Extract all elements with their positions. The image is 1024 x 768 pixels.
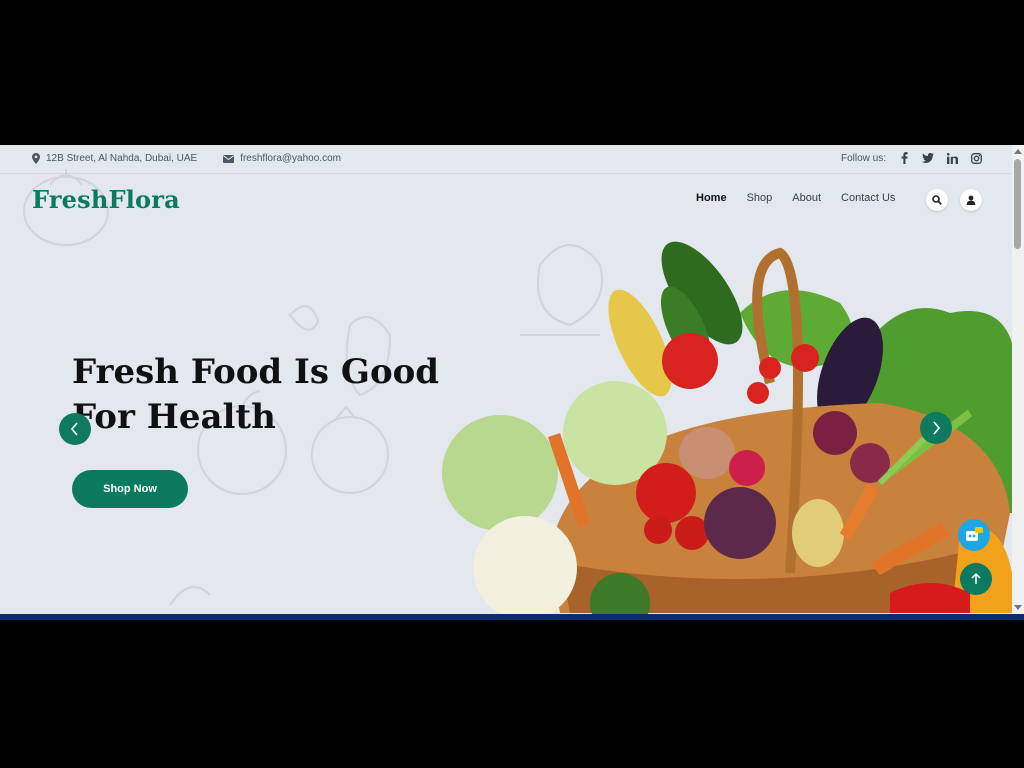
site-logo[interactable]: FreshFlora bbox=[32, 185, 180, 214]
nav-item-home[interactable]: Home bbox=[696, 192, 727, 204]
chevron-left-icon bbox=[70, 422, 78, 436]
carousel-next-button[interactable] bbox=[920, 412, 952, 444]
chat-bot-icon bbox=[966, 527, 983, 541]
webpage: 12B Street, Al Nahda, Dubai, UAE freshfl… bbox=[0, 145, 1024, 620]
search-button[interactable] bbox=[926, 189, 948, 211]
scrollbar-thumb[interactable] bbox=[1014, 159, 1021, 249]
nav-item-contact-us[interactable]: Contact Us bbox=[841, 192, 895, 204]
chat-bot-button[interactable] bbox=[958, 519, 990, 551]
window-bottom-border bbox=[0, 614, 1024, 620]
carousel-prev-button[interactable] bbox=[59, 413, 91, 445]
chevron-right-icon bbox=[933, 421, 941, 435]
scroll-down-arrow-icon[interactable] bbox=[1014, 605, 1022, 610]
header-actions bbox=[926, 189, 982, 211]
nav-item-about[interactable]: About bbox=[792, 192, 821, 204]
user-icon bbox=[966, 195, 976, 205]
nav-item-shop[interactable]: Shop bbox=[747, 192, 773, 204]
vertical-scrollbar[interactable] bbox=[1012, 145, 1024, 614]
hero-title: Fresh Food Is Good For Health bbox=[72, 352, 440, 437]
user-account-button[interactable] bbox=[960, 189, 982, 211]
shop-now-button[interactable]: Shop Now bbox=[72, 470, 188, 508]
scroll-up-arrow-icon[interactable] bbox=[1014, 149, 1022, 154]
search-icon bbox=[932, 195, 942, 205]
arrow-up-icon bbox=[971, 573, 981, 584]
main-navigation: Home Shop About Contact Us bbox=[696, 192, 895, 204]
scroll-to-top-button[interactable] bbox=[960, 563, 992, 595]
